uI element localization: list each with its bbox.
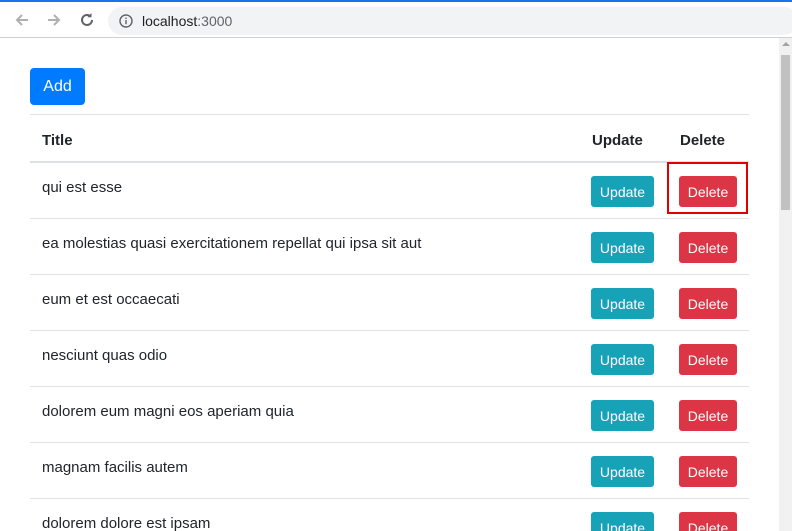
delete-button[interactable]: Delete bbox=[679, 512, 737, 531]
row-title: qui est esse bbox=[42, 179, 123, 196]
back-button[interactable] bbox=[10, 8, 34, 32]
url-host: localhost bbox=[142, 13, 198, 29]
update-button[interactable]: Update bbox=[591, 176, 654, 207]
scroll-up-arrow-icon[interactable] bbox=[779, 40, 792, 52]
arrow-right-icon bbox=[48, 14, 61, 26]
table-row: dolorem eum magni eos aperiam quia Update… bbox=[30, 387, 749, 443]
vertical-scrollbar[interactable] bbox=[779, 38, 792, 531]
delete-button[interactable]: Delete bbox=[679, 400, 737, 431]
arrow-left-icon bbox=[15, 14, 28, 26]
scrollbar-thumb[interactable] bbox=[781, 55, 790, 210]
update-button[interactable]: Update bbox=[591, 344, 654, 375]
table-row: dolorem dolore est ipsam Update Delete bbox=[30, 499, 749, 531]
delete-button[interactable]: Delete bbox=[679, 344, 737, 375]
row-title: eum et est occaecati bbox=[42, 291, 180, 308]
update-button[interactable]: Update bbox=[591, 232, 654, 263]
row-title: nesciunt quas odio bbox=[42, 347, 168, 364]
table-row: nesciunt quas odio Update Delete bbox=[30, 331, 749, 387]
reload-button[interactable] bbox=[75, 8, 99, 32]
header-title: Title bbox=[42, 132, 73, 149]
page-content: Add Title Update Delete qui est esse Upda… bbox=[0, 38, 779, 531]
table-row: ea molestias quasi exercitationem repell… bbox=[30, 219, 749, 275]
row-title: dolorem eum magni eos aperiam quia bbox=[42, 403, 294, 420]
delete-button[interactable]: Delete bbox=[679, 456, 737, 487]
update-button[interactable]: Update bbox=[591, 400, 654, 431]
forward-button[interactable] bbox=[42, 8, 66, 32]
header-update: Update bbox=[592, 132, 643, 149]
posts-table: Title Update Delete qui est esse Update De… bbox=[30, 114, 749, 531]
table-row: eum et est occaecati Update Delete bbox=[30, 275, 749, 331]
reload-icon bbox=[81, 13, 93, 26]
update-button[interactable]: Update bbox=[591, 456, 654, 487]
delete-button[interactable]: Delete bbox=[679, 288, 737, 319]
table-body: qui est esse Update Delete ea molestias qua… bbox=[30, 163, 749, 531]
table-header: Title Update Delete bbox=[30, 114, 749, 163]
header-delete: Delete bbox=[680, 132, 726, 149]
update-button[interactable]: Update bbox=[591, 512, 654, 531]
address-bar[interactable]: localhost:3000 bbox=[108, 7, 792, 35]
url-port: :3000 bbox=[197, 13, 233, 29]
url-text: localhost:3000 bbox=[142, 12, 232, 30]
update-button[interactable]: Update bbox=[591, 288, 654, 319]
table-row: magnam facilis autem Update Delete bbox=[30, 443, 749, 499]
info-icon[interactable] bbox=[119, 14, 133, 28]
delete-highlight-box bbox=[667, 162, 748, 214]
delete-button[interactable]: Delete bbox=[679, 232, 737, 263]
row-title: dolorem dolore est ipsam bbox=[42, 515, 211, 531]
browser-toolbar: localhost:3000 bbox=[0, 2, 792, 38]
row-title: ea molestias quasi exercitationem repell… bbox=[42, 235, 422, 252]
row-title: magnam facilis autem bbox=[42, 459, 188, 476]
add-button[interactable]: Add bbox=[30, 68, 85, 105]
table-row: qui est esse Update Delete bbox=[30, 163, 749, 219]
